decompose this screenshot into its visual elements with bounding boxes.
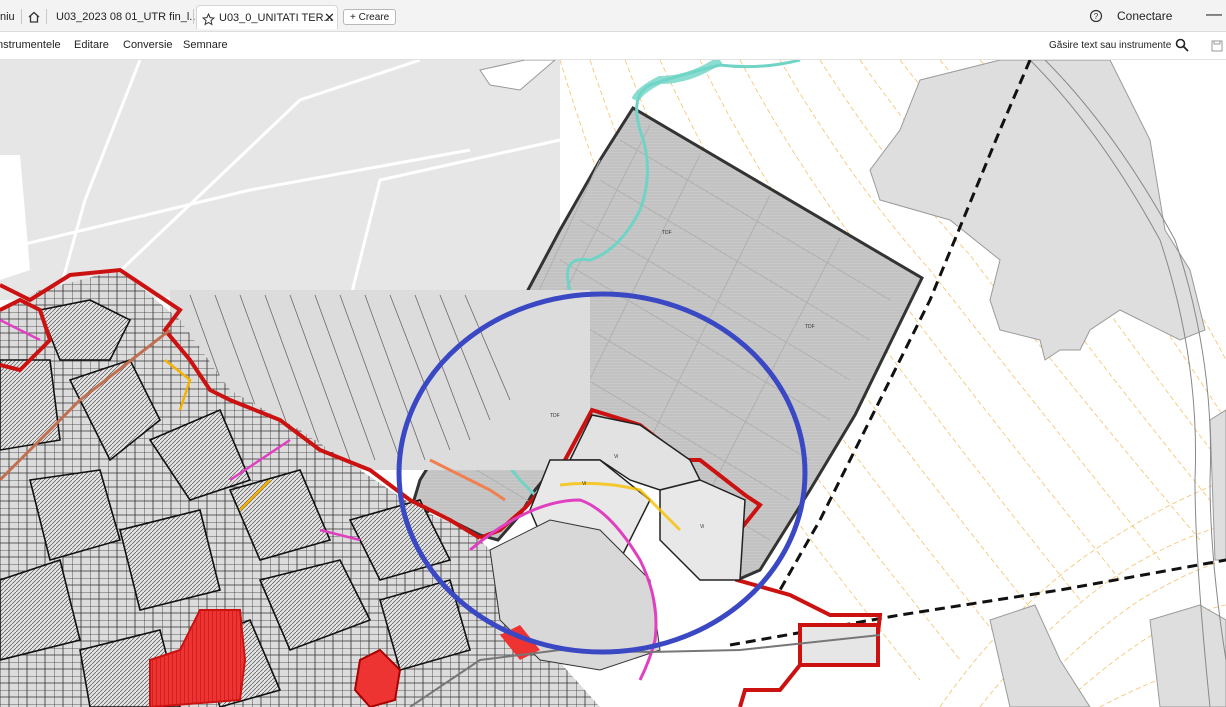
help-icon[interactable]: ? [1089, 9, 1103, 28]
sign-in-link[interactable]: Conectare [1117, 9, 1172, 23]
tab-divider [21, 9, 22, 24]
menu-convert[interactable]: Conversie [123, 39, 173, 51]
map-label-vi-2: Vi [582, 481, 586, 487]
menu-sign[interactable]: Semnare [183, 39, 228, 51]
svg-text:?: ? [1094, 12, 1099, 21]
zone-vi-east [659, 479, 746, 581]
map-label-vi-3: Vi [700, 524, 704, 530]
gray-parcel-bottom-right-2 [1149, 604, 1226, 707]
close-tab-icon[interactable]: ✕ [324, 6, 335, 30]
gray-parcel-bottom-right [989, 604, 1091, 707]
tab-document-1[interactable]: U03_2023 08 01_UTR fin_l... [56, 5, 198, 29]
minimize-icon[interactable]: — [1206, 6, 1222, 24]
search-icon[interactable] [1175, 38, 1189, 57]
urban-plan-map: TDF TDF TDF Vi Vi Vi [0, 60, 1226, 707]
gray-parcel-right [869, 60, 1206, 361]
menu-tools[interactable]: Instrumentele [0, 39, 61, 51]
utr-east-strip [798, 623, 880, 667]
stream-top [631, 60, 723, 103]
main-toolbar: Instrumentele Editare Conversie Semnare … [0, 32, 1226, 60]
tab-bar: niu U03_2023 08 01_UTR fin_l... U03_0_UN… [0, 0, 1226, 32]
map-label-tdf-3: TDF [550, 413, 560, 419]
pdf-map-viewport[interactable]: TDF TDF TDF Vi Vi Vi [0, 60, 1226, 707]
tab-divider [193, 9, 194, 24]
create-button[interactable]: + Creare [343, 9, 397, 25]
save-icon[interactable] [1211, 39, 1223, 57]
tab-divider [46, 9, 47, 24]
tab-document-2-label: U03_0_UNITATI TER... [219, 12, 333, 24]
tab-partial-left[interactable]: niu [0, 5, 15, 29]
map-label-vi-1: Vi [614, 454, 618, 460]
search-tools-label[interactable]: Găsire text sau instrumente [1049, 40, 1171, 51]
tab-document-2-active[interactable]: U03_0_UNITATI TER... ✕ [196, 5, 338, 29]
menu-edit[interactable]: Editare [74, 39, 109, 51]
home-icon[interactable] [27, 9, 41, 25]
map-label-tdf-1: TDF [662, 230, 672, 236]
map-label-tdf-2: TDF [805, 324, 815, 330]
